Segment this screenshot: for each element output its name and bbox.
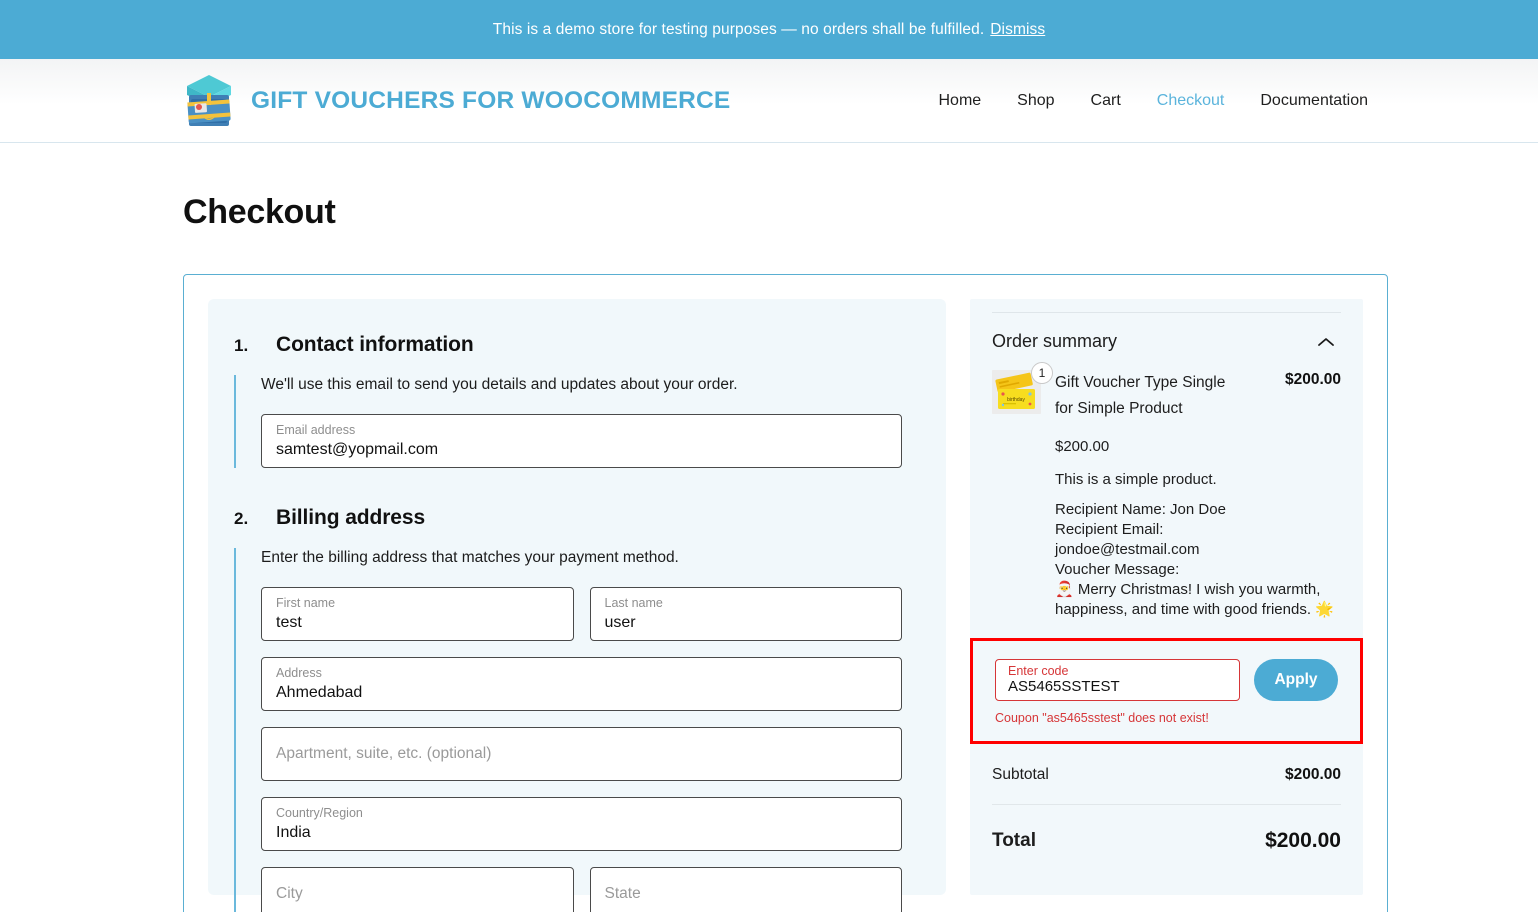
order-summary-title: Order summary [992, 331, 1118, 351]
total-label: Total [992, 829, 1036, 851]
demo-store-notice: This is a demo store for testing purpose… [0, 0, 1538, 59]
total-value: $200.00 [1265, 828, 1341, 852]
recipient-email-label: Recipient Email: [1055, 521, 1164, 538]
order-summary-header[interactable]: Order summary [992, 331, 1341, 352]
subtotal-row: Subtotal $200.00 [992, 744, 1341, 805]
email-field-value: samtest@yopmail.com [276, 441, 439, 458]
checkout-container: 1. Contact information We'll use this em… [183, 274, 1388, 912]
voucher-message-label: Voucher Message: [1055, 560, 1180, 578]
last-name-label: Last name [604, 596, 663, 610]
recipient-email-value: jondoe@testmail.com [1055, 540, 1200, 558]
item-quantity-badge: 1 [1031, 362, 1053, 384]
item-price: $200.00 [1284, 371, 1341, 388]
order-summary-column: Order summary birthday 1 Gift Voucher Ty… [970, 299, 1363, 895]
total-row: Total $200.00 [992, 805, 1341, 877]
last-name-value: user [604, 614, 636, 631]
nav-link-cart[interactable]: Cart [1091, 92, 1121, 110]
subtotal-value: $200.00 [1284, 765, 1341, 783]
order-line-item: birthday 1 Gift Voucher Type Single for … [992, 362, 1341, 620]
summary-top-divider [992, 312, 1341, 313]
apply-coupon-button[interactable]: Apply [1254, 658, 1338, 701]
state-field[interactable]: State [589, 867, 902, 912]
order-totals: Subtotal $200.00 Total $200.00 [992, 744, 1341, 877]
nav-link-shop[interactable]: Shop [1017, 92, 1054, 110]
email-field[interactable]: Email address samtest@yopmail.com [261, 414, 902, 468]
coupon-code-input[interactable]: Enter code AS5465SSTEST [995, 658, 1240, 701]
first-name-label: First name [276, 596, 336, 610]
first-name-value: test [276, 614, 302, 631]
step-billing-address: 2. Billing address Enter the billing add… [234, 506, 902, 912]
main-navigation: Home Shop Cart Checkout Documentation [938, 92, 1368, 110]
apartment-placeholder: Apartment, suite, etc. (optional) [276, 745, 492, 762]
gift-box-voucher-logo-icon [183, 73, 235, 129]
coupon-code-value: AS5465SSTEST [1008, 678, 1120, 696]
last-name-field[interactable]: Last name user [589, 587, 902, 641]
state-placeholder: State [604, 885, 641, 902]
step-contact-information: 1. Contact information We'll use this em… [234, 333, 902, 484]
address-value: Ahmedabad [276, 684, 363, 701]
step-title-contact: Contact information [276, 333, 474, 356]
checkout-page: Checkout 1. Contact information We'll us… [0, 143, 1538, 912]
page-title: Checkout [183, 193, 336, 231]
contact-description: We'll use this email to send you details… [261, 376, 738, 393]
nav-link-checkout[interactable]: Checkout [1157, 92, 1225, 110]
email-field-label: Email address [276, 423, 356, 437]
item-voucher-meta: Recipient Name: Jon Doe Recipient Email:… [1055, 500, 1341, 620]
demo-notice-text: This is a demo store for testing purpose… [492, 20, 985, 38]
first-name-field[interactable]: First name test [261, 587, 574, 641]
item-description: This is a simple product. [1055, 471, 1217, 489]
step-title-billing: Billing address [276, 506, 426, 529]
coupon-error-message: Coupon "as5465sstest" does not exist! [995, 710, 1209, 725]
address-field[interactable]: Address Ahmedabad [261, 657, 902, 711]
city-placeholder: City [276, 885, 303, 902]
brand-logo-link[interactable]: GIFT VOUCHERS FOR WOOCOMMERCE [183, 73, 730, 129]
dismiss-notice-link[interactable]: Dismiss [990, 21, 1045, 39]
svg-text:birthday: birthday [1007, 397, 1025, 403]
item-unit-price: $200.00 [1055, 438, 1110, 456]
site-header: GIFT VOUCHERS FOR WOOCOMMERCE Home Shop … [0, 59, 1538, 143]
country-region-value: India [276, 824, 311, 841]
city-state-field-row: City State [261, 867, 902, 912]
item-name: Gift Voucher Type Single for Simple Prod… [1055, 374, 1226, 418]
country-region-label: Country/Region [276, 806, 363, 820]
billing-description: Enter the billing address that matches y… [261, 549, 679, 566]
coupon-code-label: Enter code [1008, 663, 1069, 678]
coupon-highlight-region: Enter code AS5465SSTEST Apply Coupon "as… [970, 637, 1363, 744]
nav-link-home[interactable]: Home [938, 92, 981, 110]
recipient-name-line: Recipient Name: Jon Doe [1055, 501, 1226, 519]
address-label: Address [276, 666, 322, 680]
country-region-field[interactable]: Country/Region India [261, 797, 902, 851]
apartment-field[interactable]: Apartment, suite, etc. (optional) [261, 727, 902, 781]
nav-link-documentation[interactable]: Documentation [1260, 92, 1368, 110]
brand-name: GIFT VOUCHERS FOR WOOCOMMERCE [251, 86, 731, 114]
name-field-row: First name test Last name user [261, 587, 902, 657]
city-field[interactable]: City [261, 867, 574, 912]
checkout-form-column: 1. Contact information We'll use this em… [208, 299, 946, 912]
chevron-up-icon[interactable] [1311, 332, 1341, 352]
subtotal-label: Subtotal [992, 765, 1049, 783]
voucher-message-value: 🎅 Merry Christmas! I wish you warmth, ha… [1055, 580, 1334, 618]
